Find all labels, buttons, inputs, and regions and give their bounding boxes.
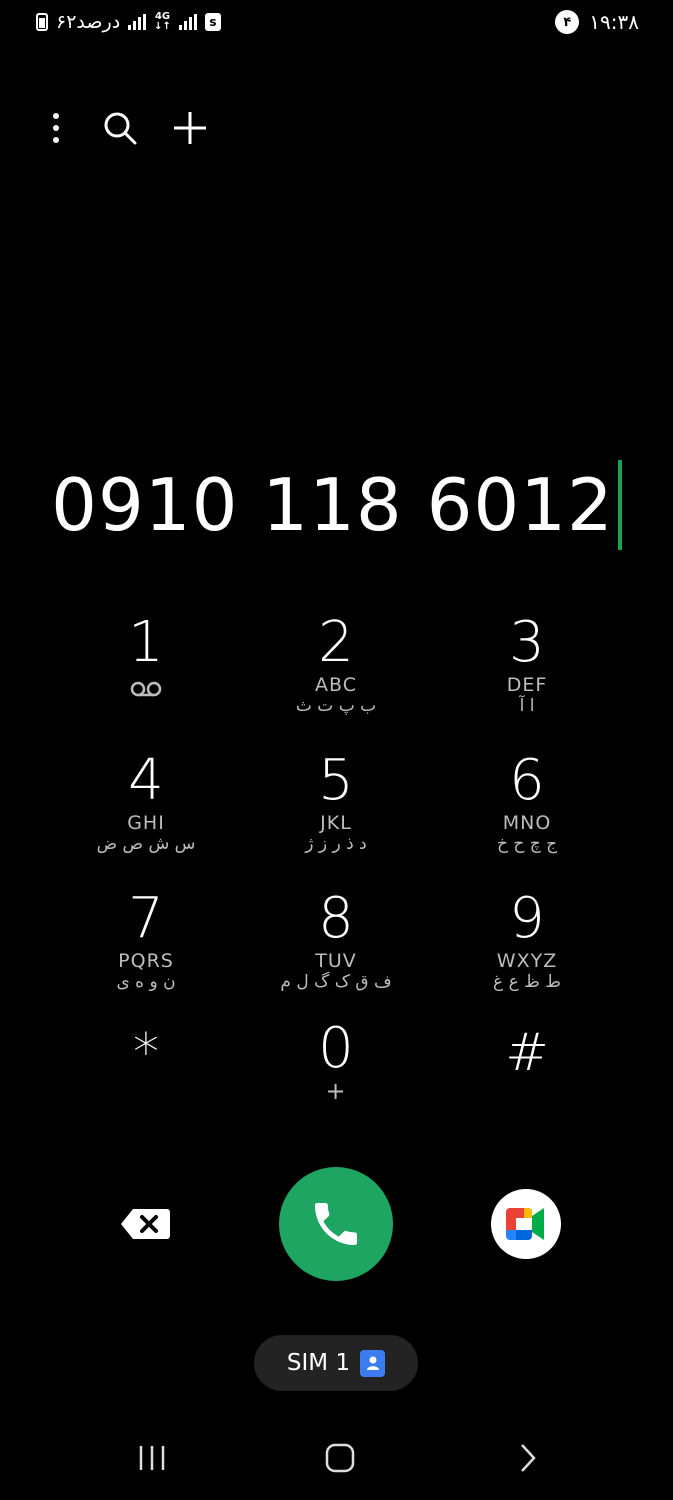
notification-badge: ۴ [555, 10, 580, 34]
key-9[interactable]: 9 WXYZ ط ظ ع غ [447, 888, 607, 1008]
key-digit: # [505, 1023, 549, 1083]
battery-icon [36, 13, 48, 31]
status-bar-left: ۶۲درصد 4G ↓↑ s [36, 8, 221, 36]
key-4[interactable]: 4 GHI س ش ص ض [66, 750, 226, 870]
key-digit: 4 [128, 748, 164, 813]
key-1[interactable]: 1 [66, 612, 226, 732]
key-digit: * [133, 1023, 159, 1083]
more-vert-icon [53, 113, 59, 143]
key-2[interactable]: 2 ABC ب پ ت ث [256, 612, 416, 732]
key-persian-letters: ف ق ک گ ل م [280, 972, 392, 992]
recent-apps-icon [139, 1446, 165, 1470]
key-persian-letters: ا آ [519, 696, 535, 716]
key-star[interactable]: * [66, 1025, 226, 1145]
key-digit: 0 [318, 1016, 354, 1081]
key-letters: + [325, 1077, 347, 1105]
key-letters: GHI [127, 812, 165, 834]
data-arrows-icon: ↓↑ [154, 21, 171, 32]
key-digit: 3 [509, 610, 545, 675]
search-icon [104, 112, 137, 145]
search-button[interactable] [95, 103, 145, 153]
key-persian-letters: ط ظ ع غ [493, 972, 561, 992]
phone-icon [315, 1203, 357, 1245]
signal-icon-2 [178, 14, 197, 30]
key-8[interactable]: 8 TUV ف ق ک گ ل م [256, 888, 416, 1008]
key-persian-letters: د ذ ر ز ژ [305, 834, 367, 854]
sim-label: SIM 1 [286, 1350, 351, 1376]
dialed-number[interactable]: 0910 118 6012 [51, 469, 614, 541]
voicemail-icon [130, 681, 162, 697]
recent-apps-button[interactable] [122, 1430, 182, 1486]
key-6[interactable]: 6 MNO ج چ ح خ [447, 750, 607, 870]
call-button[interactable] [279, 1167, 393, 1281]
text-cursor [617, 460, 622, 550]
key-letters: TUV [315, 950, 357, 972]
key-persian-letters: ب پ ت ث [295, 696, 377, 716]
sim-selector-button[interactable]: SIM 1 [254, 1335, 418, 1391]
key-digit: 5 [318, 748, 354, 813]
key-persian-letters: س ش ص ض [96, 834, 196, 854]
more-options-button[interactable] [31, 103, 81, 153]
key-7[interactable]: 7 PQRS ن و ه ی [66, 888, 226, 1008]
backspace-button[interactable] [115, 1200, 175, 1248]
back-chevron-icon [521, 1444, 536, 1472]
key-3[interactable]: 3 DEF ا آ [447, 612, 607, 732]
key-digit: 9 [509, 886, 545, 951]
key-persian-letters: ج چ ح خ [496, 834, 558, 854]
add-contact-button[interactable] [165, 103, 215, 153]
clock: ۱۹:۳۸ [589, 10, 639, 34]
contact-card-icon [360, 1349, 386, 1377]
battery-text: ۶۲درصد [56, 11, 121, 33]
plus-icon [174, 112, 206, 144]
key-5[interactable]: 5 JKL د ذ ر ز ژ [256, 750, 416, 870]
key-digit: 2 [318, 610, 354, 675]
key-letters: MNO [502, 812, 552, 834]
key-persian-letters: ن و ه ی [116, 972, 176, 992]
key-digit: 6 [509, 748, 545, 813]
key-0[interactable]: 0 + [256, 1018, 416, 1138]
key-digit: 1 [128, 610, 164, 675]
network-indicator: 4G ↓↑ [154, 12, 171, 32]
key-hash[interactable]: # [447, 1025, 607, 1145]
back-button[interactable] [498, 1430, 558, 1486]
key-letters: JKL [320, 812, 352, 834]
sim-status-icon: s [204, 13, 221, 31]
key-letters: WXYZ [496, 950, 558, 972]
key-digit: 7 [128, 886, 164, 951]
video-call-button[interactable] [491, 1189, 561, 1259]
key-letters: DEF [506, 674, 548, 696]
key-digit: 8 [318, 886, 354, 951]
backspace-icon [121, 1209, 170, 1239]
key-letters: PQRS [118, 950, 174, 972]
google-meet-icon [506, 1208, 544, 1240]
home-icon [325, 1443, 355, 1473]
key-letters: ABC [315, 674, 357, 696]
home-button[interactable] [310, 1430, 370, 1486]
number-display[interactable]: 0910 118 6012 [0, 455, 673, 555]
signal-icon [128, 14, 147, 30]
status-bar-right: ۴ ۱۹:۳۸ [555, 8, 639, 36]
